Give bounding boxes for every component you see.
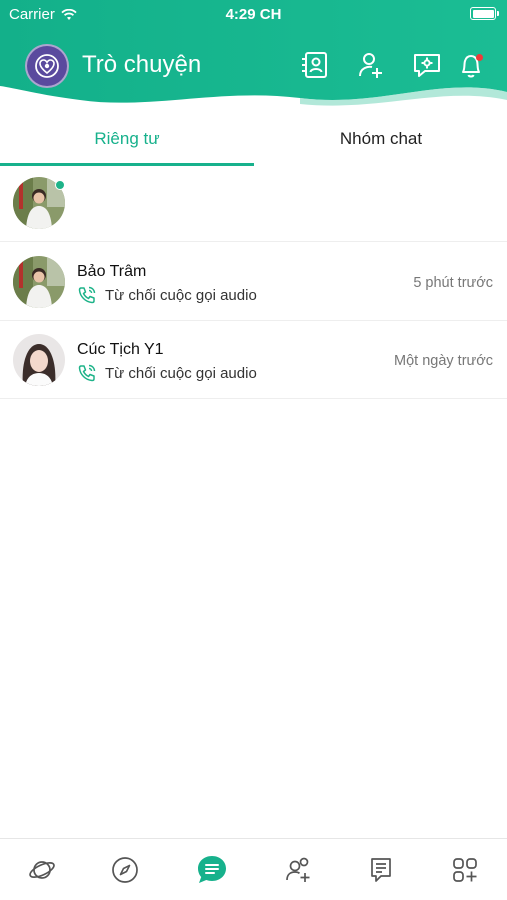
contacts-button[interactable]	[300, 50, 330, 80]
last-message-text: Từ chối cuộc gọi audio	[105, 286, 257, 304]
online-friends-row	[0, 166, 507, 242]
last-message: Từ chối cuộc gọi audio	[77, 363, 257, 383]
chat-list-item[interactable]: Bảo Trâm Từ chối cuộc gọi audio 5 phút t…	[0, 243, 507, 321]
planet-icon	[29, 861, 55, 879]
last-message: Từ chối cuộc gọi audio	[77, 285, 257, 305]
avatar	[13, 256, 65, 308]
add-friend-icon	[359, 53, 382, 78]
app-logo[interactable]	[25, 44, 69, 88]
nav-discover[interactable]	[108, 853, 142, 887]
notification-badge	[476, 54, 483, 61]
nav-friends[interactable]	[282, 853, 316, 887]
chat-tabs: Riêng tư Nhóm chat	[0, 112, 507, 166]
nav-planet[interactable]	[25, 853, 59, 887]
notifications-button[interactable]	[456, 50, 486, 80]
phone-call-icon	[78, 286, 96, 304]
chat-icon	[198, 856, 226, 883]
avatar-photo	[13, 334, 65, 386]
avatar-photo	[13, 256, 65, 308]
add-friend-button[interactable]	[356, 50, 386, 80]
message-time: Một ngày trước	[394, 353, 493, 369]
logo-mark-icon	[35, 54, 59, 78]
last-message-text: Từ chối cuộc gọi audio	[105, 364, 257, 382]
nav-feed[interactable]	[364, 853, 398, 887]
chat-settings-button[interactable]	[412, 50, 442, 80]
avatar	[13, 334, 65, 386]
message-time: 5 phút trước	[413, 275, 493, 291]
tab-group-chat[interactable]: Nhóm chat	[254, 112, 507, 166]
online-status-dot	[55, 180, 65, 190]
contact-name: Cúc Tịch Y1	[77, 341, 164, 358]
nav-chat[interactable]	[195, 853, 229, 887]
page-title: Trò chuyện	[82, 51, 202, 78]
contacts-icon	[302, 52, 327, 78]
apps-icon	[453, 858, 477, 882]
nav-apps[interactable]	[448, 853, 482, 887]
contact-name: Bảo Trâm	[77, 263, 147, 280]
friends-icon	[286, 857, 310, 882]
tab-private[interactable]: Riêng tư	[0, 112, 254, 166]
chat-settings-icon	[414, 54, 440, 77]
chat-list-item[interactable]: Cúc Tịch Y1 Từ chối cuộc gọi audio Một n…	[0, 321, 507, 399]
status-bar: Carrier 4:29 CH	[0, 6, 507, 26]
battery-icon	[470, 7, 499, 20]
status-time: 4:29 CH	[225, 6, 282, 23]
app-header: Carrier 4:29 CH Trò chuyện	[0, 0, 507, 110]
bottom-navigation	[0, 838, 507, 900]
phone-call-icon	[78, 364, 96, 382]
feed-icon	[371, 858, 391, 882]
compass-icon	[112, 857, 138, 883]
